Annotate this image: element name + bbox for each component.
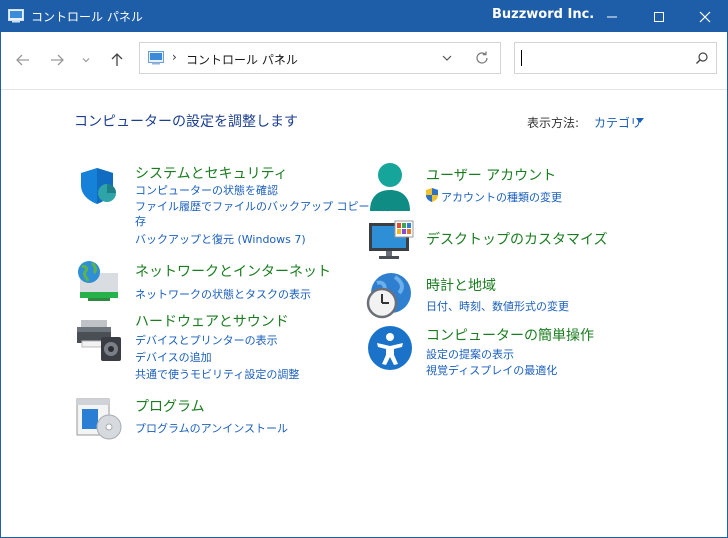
up-button[interactable] [107,50,127,70]
close-button[interactable] [685,1,725,32]
category-programs-title[interactable]: プログラム [135,396,205,416]
link-change-account-type[interactable]: アカウントの種類の変更 [441,189,562,205]
control-panel-window: コントロール パネル Buzzword Inc. › コントロール パネル › … [0,0,728,538]
link-devices-printers[interactable]: デバイスとプリンターの表示 [135,332,278,348]
search-input[interactable] [519,47,693,71]
desktop-monitor-icon[interactable] [367,219,415,261]
link-check-computer-status[interactable]: コンピューターの状態を確認 [135,182,278,198]
close-icon [699,11,711,22]
window-title: コントロール パネル [31,10,143,24]
breadcrumb-separator[interactable]: › [278,50,283,64]
recent-locations-button[interactable] [79,50,93,70]
programs-disc-icon[interactable] [75,397,125,441]
category-ease-of-access-title[interactable]: コンピューターの簡単操作 [426,325,594,345]
uac-shield-icon [426,188,438,202]
clock-globe-icon[interactable] [365,271,415,321]
minimize-icon [607,16,617,17]
refresh-icon[interactable] [474,50,490,66]
view-by-dropdown[interactable]: カテゴリ [594,114,642,131]
view-by-label: 表示方法: [527,116,580,130]
link-mobility-settings[interactable]: 共通で使うモビリティ設定の調整 [135,366,299,382]
dropdown-arrow-icon[interactable] [636,118,644,123]
address-bar[interactable]: › コントロール パネル › [139,42,501,74]
category-hardware-sound-title[interactable]: ハードウェアとサウンド [135,311,289,331]
arrow-up-icon [111,53,123,66]
category-network-internet-title[interactable]: ネットワークとインターネット [135,261,331,281]
chevron-down-icon[interactable] [440,51,454,65]
link-settings-suggestions[interactable]: 設定の提案の表示 [426,346,514,362]
chevron-down-icon [82,58,90,63]
shield-icon[interactable] [77,166,121,206]
link-network-status-tasks[interactable]: ネットワークの状態とタスクの表示 [135,286,311,302]
title-bar[interactable]: コントロール パネル Buzzword Inc. [1,1,727,32]
breadcrumb-separator: › [172,50,177,64]
link-file-history-backup-wrap[interactable]: 存 [135,213,146,229]
link-date-time-number-format[interactable]: 日付、時刻、数値形式の変更 [426,298,569,314]
link-uninstall-program[interactable]: プログラムのアンインストール [135,420,288,436]
search-icon[interactable] [695,51,709,65]
ease-of-access-icon[interactable] [367,325,413,371]
user-account-icon[interactable] [367,161,413,213]
control-panel-icon [8,9,24,23]
category-user-accounts-title[interactable]: ユーザー アカウント [426,165,556,185]
link-optimize-visual-display[interactable]: 視覚ディスプレイの最適化 [426,362,557,378]
link-add-device[interactable]: デバイスの追加 [135,349,212,365]
text-caret [521,50,522,66]
forward-button[interactable] [47,50,67,70]
back-button[interactable] [13,50,33,70]
search-box[interactable] [514,42,717,74]
category-desktop-customization-title[interactable]: デスクトップのカスタマイズ [426,229,608,249]
network-globe-icon[interactable] [74,257,122,305]
link-backup-restore[interactable]: バックアップと復元 (Windows 7) [135,231,306,247]
navigation-bar: › コントロール パネル › [1,32,727,90]
printer-speaker-icon[interactable] [75,317,125,363]
minimize-button[interactable] [592,1,632,32]
category-clock-region-title[interactable]: 時計と地域 [426,275,496,295]
arrow-left-icon [16,54,29,66]
arrow-right-icon [51,54,64,66]
brand-label: Buzzword Inc. [492,7,595,22]
maximize-icon [654,11,664,22]
maximize-button[interactable] [639,1,679,32]
control-panel-icon [148,51,164,65]
link-file-history-backup[interactable]: ファイル履歴でファイルのバックアップ コピーを保 [135,198,392,214]
page-heading: コンピューターの設定を調整します [74,114,298,130]
category-system-security-title[interactable]: システムとセキュリティ [135,163,288,183]
